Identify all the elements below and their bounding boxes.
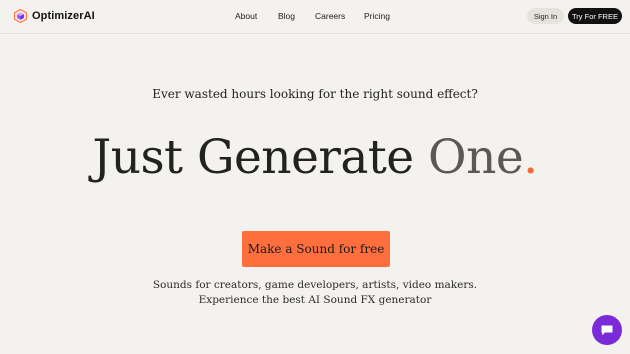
nav-link-blog[interactable]: Blog bbox=[278, 11, 295, 21]
headline-accent-dot: . bbox=[523, 130, 538, 185]
chat-launcher-button[interactable] bbox=[592, 315, 622, 345]
try-for-free-button[interactable]: Try For FREE bbox=[568, 8, 622, 24]
headline-part-just-generate: Just Generate bbox=[92, 130, 429, 185]
nav-link-careers[interactable]: Careers bbox=[315, 11, 345, 21]
top-navigation-bar: OptimizerAI About Blog Careers Pricing S… bbox=[0, 0, 630, 34]
hero-subtext-line-1: Sounds for creators, game developers, ar… bbox=[152, 279, 478, 291]
hero-subtext-line-2: Experience the best AI Sound FX generato… bbox=[198, 294, 432, 306]
sign-in-button[interactable]: Sign In bbox=[527, 8, 564, 24]
nav-link-about[interactable]: About bbox=[235, 11, 257, 21]
hero-eyebrow-text: Ever wasted hours looking for the right … bbox=[152, 87, 478, 101]
chat-bubble-icon bbox=[600, 324, 614, 337]
nav-link-pricing[interactable]: Pricing bbox=[364, 11, 390, 21]
headline-part-one: One bbox=[428, 130, 524, 185]
hero-headline: Just Generate One. bbox=[0, 128, 630, 188]
make-a-sound-button[interactable]: Make a Sound for free bbox=[242, 231, 390, 267]
